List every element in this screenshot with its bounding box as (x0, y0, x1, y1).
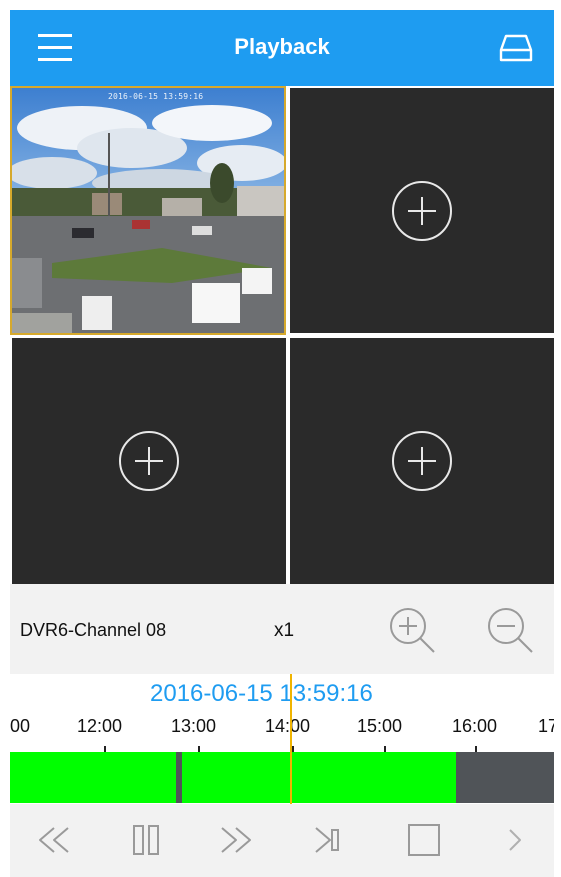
stop-icon[interactable] (404, 822, 444, 858)
video-grid: 2016-06-15 13:59:16 (10, 86, 554, 584)
rewind-icon[interactable] (34, 822, 74, 858)
timeline-tick-label: 15:00 (357, 716, 403, 736)
hard-drive-icon[interactable] (498, 32, 534, 64)
timeline-tick-label: 14:00 (265, 716, 311, 736)
add-channel-icon[interactable] (117, 429, 181, 493)
camera-feed-image (12, 88, 284, 333)
video-tile-2[interactable] (290, 88, 554, 333)
zoom-out-icon[interactable] (484, 604, 538, 658)
step-forward-icon[interactable] (308, 822, 348, 858)
channel-name: DVR6-Channel 08 (20, 620, 167, 640)
page-title: Playback (234, 34, 330, 59)
playback-screen: Playback 2016-06-15 13:59:16 DVR6-Channe… (0, 0, 561, 877)
camera-timestamp: 2016-06-15 13:59:16 (108, 92, 204, 101)
zoom-in-icon[interactable] (386, 604, 440, 658)
fast-forward-icon[interactable] (216, 822, 256, 858)
timeline-tick-label: 12:00 (77, 716, 123, 736)
timeline-cursor[interactable] (290, 674, 292, 804)
playback-timeline[interactable]: 2016-06-15 13:59:16 00 12:00 13:00 14:00… (10, 674, 554, 804)
recorded-segment[interactable] (182, 752, 456, 803)
top-app-bar: Playback (10, 10, 554, 86)
timeline-tick-label: 13:00 (171, 716, 217, 736)
add-channel-icon[interactable] (390, 429, 454, 493)
video-tile-4[interactable] (290, 338, 554, 584)
no-recording-segment (456, 752, 554, 803)
timeline-tick-label: 17 (538, 716, 554, 736)
timeline-tick-label: 00 (10, 716, 31, 736)
channel-controls: DVR6-Channel 08 x1 (10, 584, 554, 674)
playback-speed[interactable]: x1 (274, 620, 294, 642)
chevron-right-icon[interactable] (496, 822, 536, 858)
recorded-segment[interactable] (10, 752, 176, 803)
timeline-tick-label: 16:00 (452, 716, 498, 736)
video-tile-3[interactable] (12, 338, 286, 584)
playback-control-bar (10, 804, 554, 877)
pause-icon[interactable] (126, 822, 166, 858)
video-tile-1[interactable]: 2016-06-15 13:59:16 (10, 86, 286, 335)
add-channel-icon[interactable] (390, 179, 454, 243)
current-playback-time: 2016-06-15 13:59:16 (150, 680, 373, 707)
